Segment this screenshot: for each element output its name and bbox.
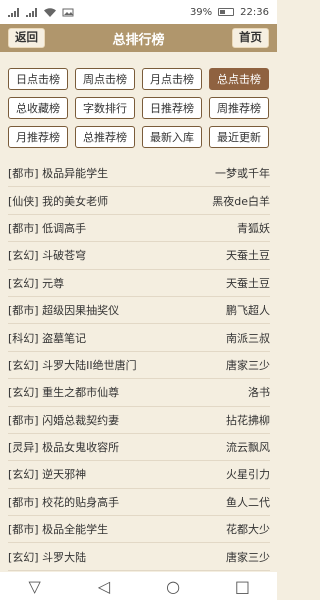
book-row[interactable]: [都市] 闪婚总裁契约妻 拈花拂柳 bbox=[8, 407, 270, 434]
category-tab[interactable]: 总推荐榜 bbox=[75, 126, 135, 148]
book-row[interactable]: [科幻] 盗墓笔记 南派三叔 bbox=[8, 324, 270, 352]
category-tab[interactable]: 日点击榜 bbox=[8, 68, 68, 90]
page-title: 总排行榜 bbox=[112, 32, 165, 48]
book-row[interactable]: [玄幻] 斗破苍穹 天蚕土豆 bbox=[8, 242, 270, 270]
book-author[interactable]: 洛书 bbox=[248, 384, 270, 400]
book-author[interactable]: 黑夜de白羊 bbox=[212, 193, 270, 209]
book-title[interactable]: [都市] 极品异能学生 bbox=[8, 165, 108, 181]
book-author[interactable]: 唐家三少 bbox=[226, 549, 270, 565]
category-tab[interactable]: 字数排行 bbox=[75, 97, 135, 119]
battery-icon bbox=[218, 8, 235, 16]
status-right: 39% 22:36 bbox=[190, 7, 269, 18]
nav-back-icon[interactable]: ▽ bbox=[20, 576, 50, 596]
book-row[interactable]: [玄幻] 元尊 天蚕土豆 bbox=[8, 270, 270, 297]
category-tab[interactable]: 总点击榜 bbox=[209, 68, 269, 90]
book-row[interactable]: [玄幻] 斗罗大陆II绝世唐门 唐家三少 bbox=[8, 352, 270, 380]
status-bar: 39% 22:36 bbox=[0, 0, 277, 24]
book-row[interactable]: [仙侠] 我的美女老师 黑夜de白羊 bbox=[8, 187, 270, 215]
category-tab[interactable]: 最新入库 bbox=[142, 126, 202, 148]
category-tab[interactable]: 周推荐榜 bbox=[209, 97, 269, 119]
system-nav-bar: ▽ ◁ ○ □ bbox=[0, 572, 277, 600]
book-author[interactable]: 流云飘风 bbox=[226, 439, 270, 455]
category-tab[interactable]: 最近更新 bbox=[209, 126, 269, 148]
category-tab[interactable]: 月点击榜 bbox=[142, 68, 202, 90]
book-row[interactable]: [都市] 极品全能学生 花都大少 bbox=[8, 516, 270, 544]
book-row[interactable]: [玄幻] 逆天邪神 火星引力 bbox=[8, 461, 270, 489]
status-left bbox=[8, 7, 74, 17]
book-title[interactable]: [玄幻] 元尊 bbox=[8, 275, 64, 291]
book-author[interactable]: 一梦或千年 bbox=[215, 165, 270, 181]
book-title[interactable]: [玄幻] 斗罗大陆II绝世唐门 bbox=[8, 357, 137, 373]
book-row[interactable]: [灵异] 极品女鬼收容所 流云飘风 bbox=[8, 434, 270, 462]
image-icon bbox=[62, 8, 74, 16]
category-tab[interactable]: 周点击榜 bbox=[75, 68, 135, 90]
signal-icon bbox=[8, 7, 19, 17]
book-author[interactable]: 天蚕土豆 bbox=[226, 275, 270, 291]
book-title[interactable]: [科幻] 盗墓笔记 bbox=[8, 330, 86, 346]
book-row[interactable]: [玄幻] 斗罗大陆 唐家三少 bbox=[8, 543, 270, 571]
book-title[interactable]: [都市] 校花的贴身高手 bbox=[8, 494, 119, 510]
title-bar: 返回 总排行榜 首页 bbox=[0, 24, 277, 52]
book-title[interactable]: [玄幻] 斗罗大陆 bbox=[8, 549, 86, 565]
nav-triangle-icon[interactable]: ◁ bbox=[89, 576, 119, 596]
book-title[interactable]: [玄幻] 逆天邪神 bbox=[8, 466, 86, 482]
category-tab[interactable]: 日推荐榜 bbox=[142, 97, 202, 119]
book-author[interactable]: 南派三叔 bbox=[226, 330, 270, 346]
book-title[interactable]: [仙侠] 我的美女老师 bbox=[8, 193, 108, 209]
wifi-icon bbox=[44, 7, 56, 17]
ranking-category-grid: 日点击榜 周点击榜 月点击榜 总点击榜总收藏榜 字数排行 日推荐榜 周推荐榜月推荐榜 总推荐榜… bbox=[8, 68, 270, 148]
book-row[interactable]: [都市] 低调高手 青狐妖 bbox=[8, 215, 270, 243]
book-title[interactable]: [都市] 闪婚总裁契约妻 bbox=[8, 412, 119, 428]
category-tab[interactable]: 总收藏榜 bbox=[8, 97, 68, 119]
book-author[interactable]: 鱼人二代 bbox=[226, 494, 270, 510]
book-title[interactable]: [都市] 低调高手 bbox=[8, 220, 86, 236]
book-title[interactable]: [灵异] 极品女鬼收容所 bbox=[8, 439, 119, 455]
category-tab[interactable]: 月推荐榜 bbox=[8, 126, 68, 148]
battery-percent: 39% bbox=[189, 6, 213, 18]
book-author[interactable]: 天蚕土豆 bbox=[226, 247, 270, 263]
home-button[interactable]: 首页 bbox=[232, 28, 269, 48]
signal-icon bbox=[26, 7, 37, 17]
book-title[interactable]: [都市] 极品全能学生 bbox=[8, 521, 108, 537]
book-author[interactable]: 鹏飞超人 bbox=[226, 302, 270, 318]
book-row[interactable]: [都市] 校花的贴身高手 鱼人二代 bbox=[8, 489, 270, 517]
nav-home-icon[interactable]: ○ bbox=[158, 576, 188, 596]
book-title[interactable]: [玄幻] 重生之都市仙尊 bbox=[8, 384, 119, 400]
book-author[interactable]: 唐家三少 bbox=[226, 357, 270, 373]
nav-recent-icon[interactable]: □ bbox=[227, 576, 257, 596]
book-title[interactable]: [都市] 超级因果抽奖仪 bbox=[8, 302, 119, 318]
book-author[interactable]: 花都大少 bbox=[226, 521, 270, 537]
book-author[interactable]: 青狐妖 bbox=[237, 220, 270, 236]
back-button[interactable]: 返回 bbox=[8, 28, 45, 48]
book-row[interactable]: [都市] 极品异能学生 一梦或千年 bbox=[8, 160, 270, 188]
book-author[interactable]: 火星引力 bbox=[226, 466, 270, 482]
book-row[interactable]: [都市] 超级因果抽奖仪 鹏飞超人 bbox=[8, 297, 270, 325]
book-row[interactable]: [玄幻] 重生之都市仙尊 洛书 bbox=[8, 379, 270, 407]
clock: 22:36 bbox=[240, 6, 269, 18]
book-author[interactable]: 拈花拂柳 bbox=[226, 412, 270, 428]
book-ranking-list: [都市] 极品异能学生 一梦或千年 [仙侠] 我的美女老师 黑夜de白羊 [都市] 低调… bbox=[8, 160, 270, 571]
book-title[interactable]: [玄幻] 斗破苍穹 bbox=[8, 247, 86, 263]
